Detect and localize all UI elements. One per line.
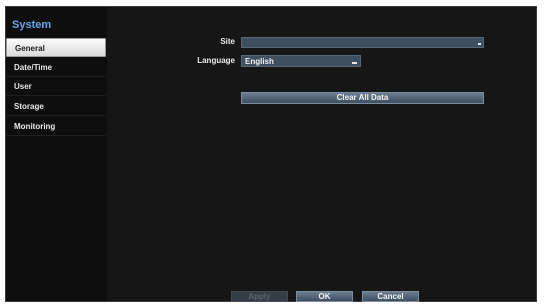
general-settings-panel: Site Language English Clear All Data App… [107, 7, 536, 302]
sidebar: System General Date/Time User Storage Mo… [6, 7, 108, 301]
cancel-button[interactable]: Cancel [362, 291, 419, 302]
sidebar-item-date-time[interactable]: Date/Time [6, 58, 106, 77]
system-dialog: System General Date/Time User Storage Mo… [5, 6, 537, 302]
site-field[interactable] [241, 37, 484, 48]
screen: System General Date/Time User Storage Mo… [0, 0, 544, 306]
sidebar-title: System [12, 19, 52, 31]
language-label: Language [197, 56, 235, 65]
sidebar-item-storage[interactable]: Storage [6, 97, 106, 116]
site-label: Site [220, 37, 235, 46]
edit-handle-icon [478, 43, 481, 45]
clear-all-data-button[interactable]: Clear All Data [241, 92, 484, 104]
sidebar-item-monitoring[interactable]: Monitoring [6, 117, 106, 136]
language-value: English [245, 57, 274, 66]
language-select[interactable]: English [241, 55, 361, 67]
apply-button[interactable]: Apply [231, 291, 288, 302]
dropdown-arrow-icon [352, 62, 357, 64]
sidebar-item-general[interactable]: General [6, 38, 106, 57]
ok-button[interactable]: OK [296, 291, 353, 302]
sidebar-item-user[interactable]: User [6, 77, 106, 96]
